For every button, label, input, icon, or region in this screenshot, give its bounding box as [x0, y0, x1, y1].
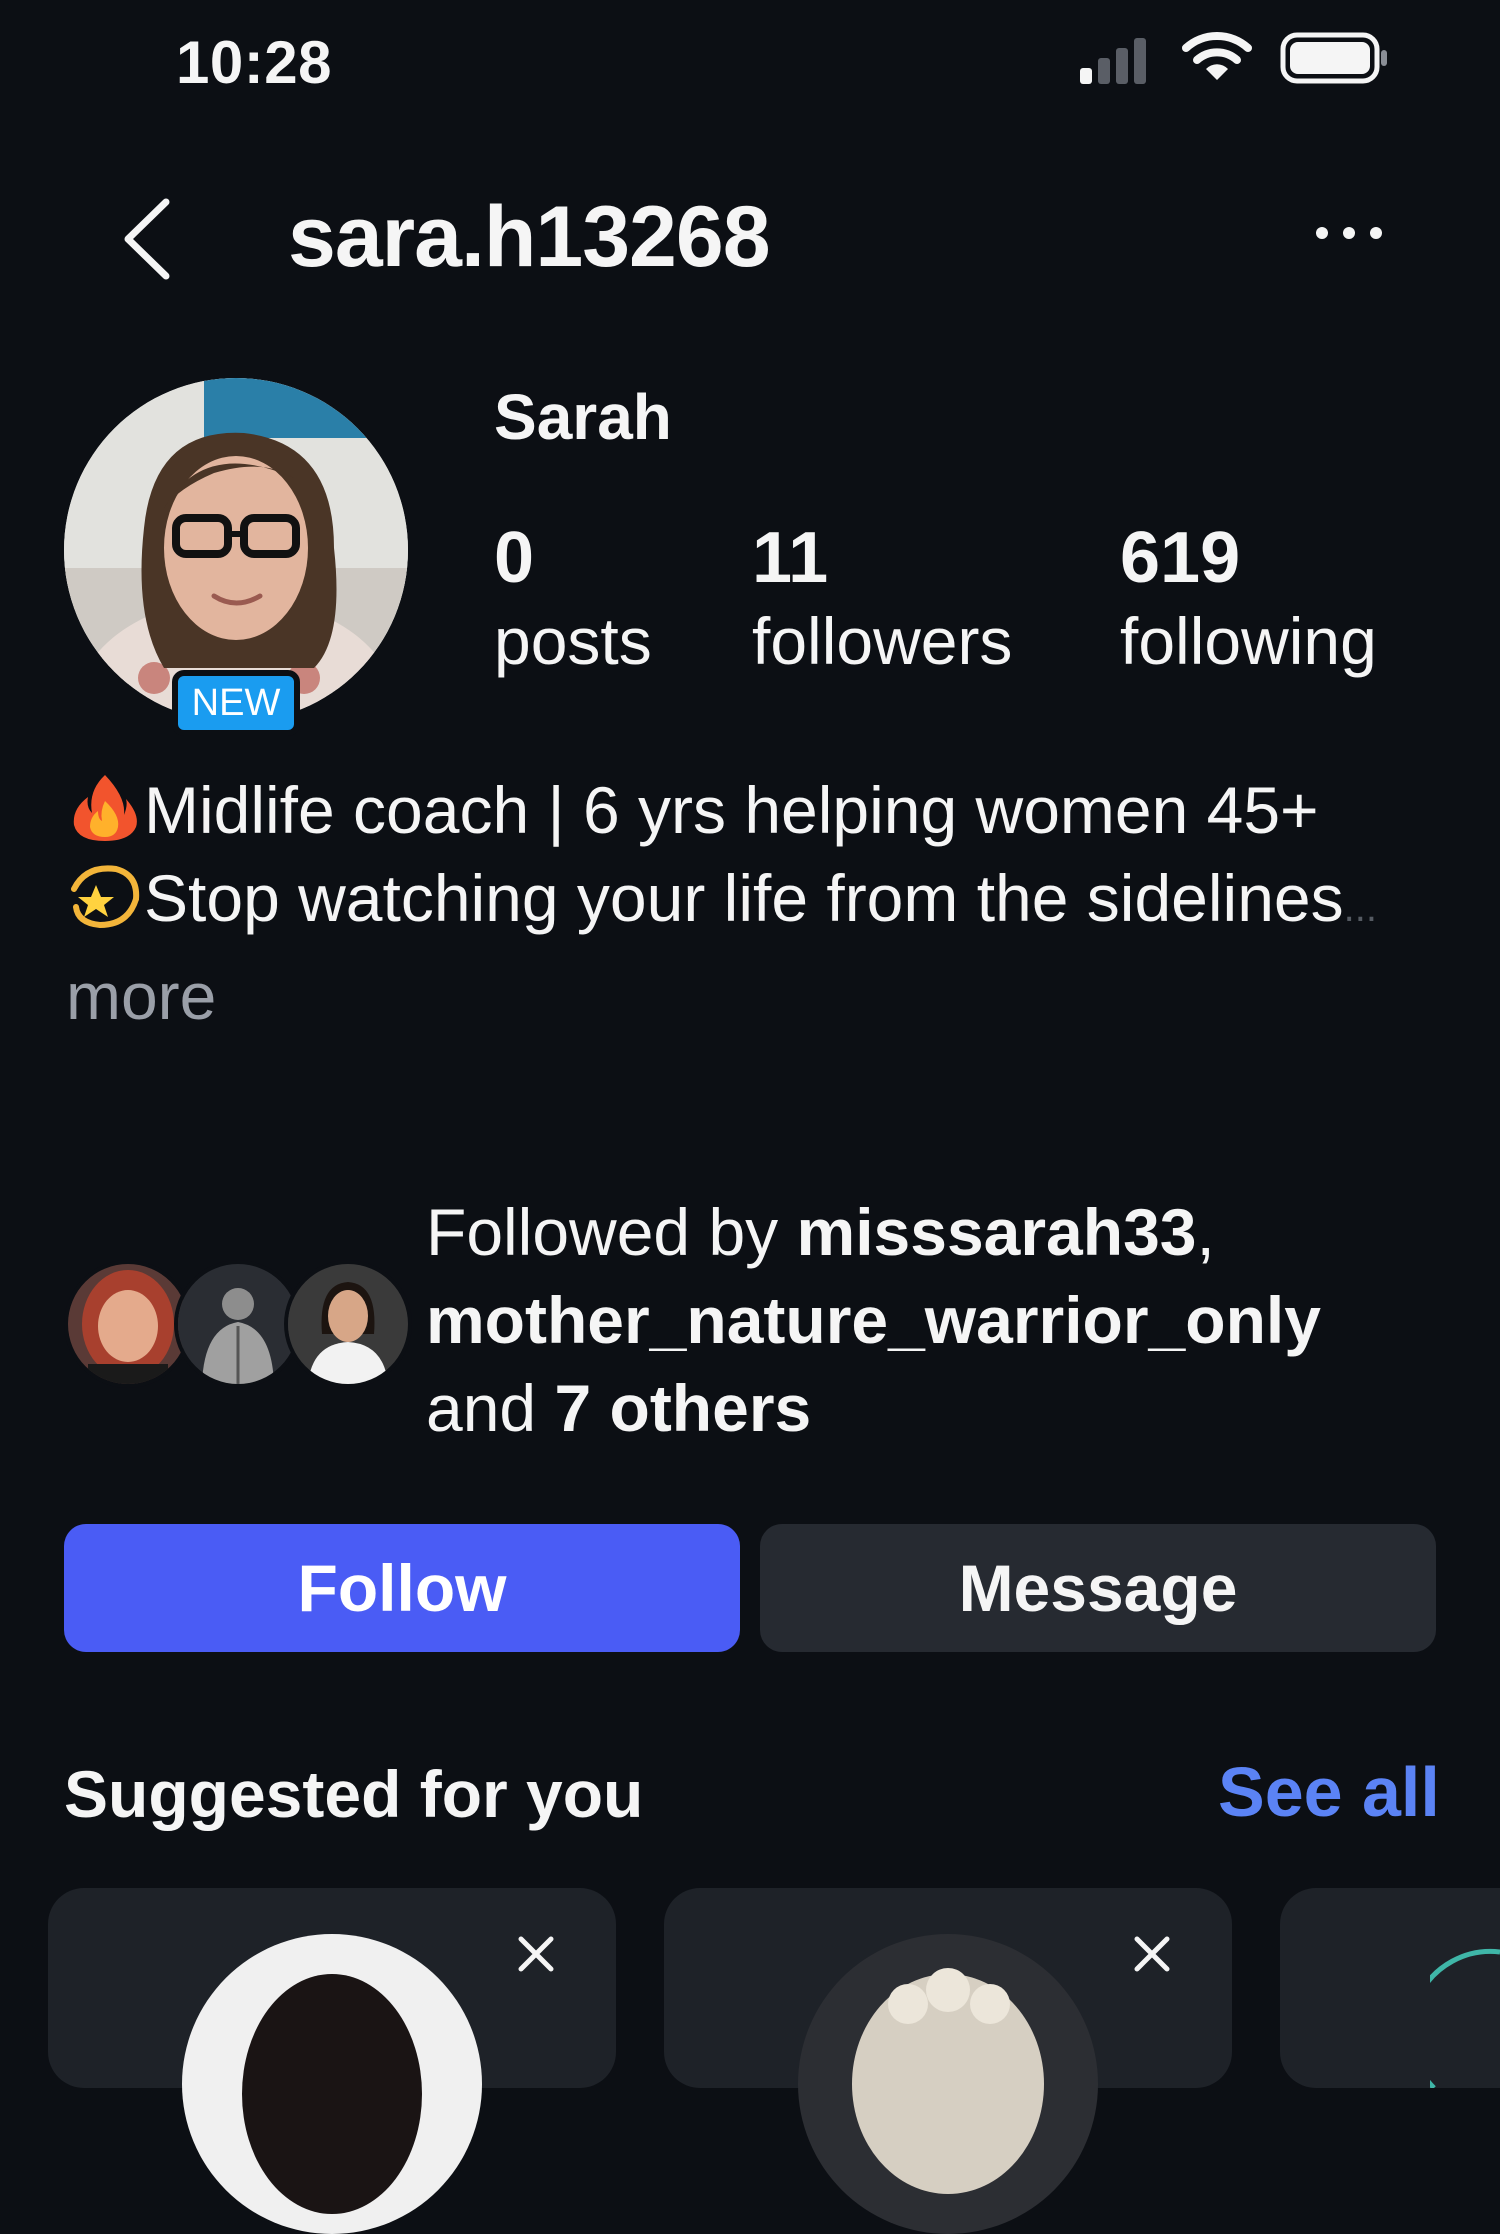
more-options-icon[interactable] [1316, 222, 1382, 242]
stat-following-label: following [1120, 604, 1377, 678]
stat-followers-label: followers [752, 604, 1013, 678]
new-badge: NEW [172, 670, 300, 736]
suggested-card-3[interactable] [1280, 1888, 1500, 2088]
mutual-avatar-3 [284, 1260, 412, 1388]
suggested-for-you-heading: Suggested for you [64, 1757, 644, 1831]
battery-icon [1280, 32, 1387, 84]
followed-by-separator: , [1196, 1195, 1215, 1269]
mutual-user-2[interactable]: mother_nature_warrior_only [426, 1283, 1321, 1357]
bio-ellipsis: ... [1343, 886, 1377, 930]
followed-by-prefix: Followed by [426, 1195, 797, 1269]
stat-posts-label: posts [494, 604, 652, 678]
stat-following[interactable]: 619 following [1120, 516, 1377, 682]
stat-followers-value: 11 [752, 518, 829, 598]
stat-posts-value: 0 [494, 518, 535, 598]
dizzy-star-emoji-icon [71, 865, 140, 929]
back-chevron-icon[interactable] [116, 194, 176, 284]
stat-posts[interactable]: 0 posts [494, 516, 652, 682]
bio-line-2: Stop watching your life from the sidelin… [144, 861, 1344, 935]
stat-following-value: 619 [1120, 518, 1241, 598]
profile-username: sara.h13268 [288, 189, 771, 285]
mutual-user-1[interactable]: misssarah33 [797, 1195, 1197, 1269]
mutual-avatar-2 [174, 1260, 302, 1388]
fire-emoji-icon [73, 775, 137, 841]
message-button[interactable]: Message [760, 1524, 1436, 1652]
profile-bio: Midlife coach | 6 yrs helping women 45+ … [66, 766, 1446, 1040]
followed-by-text[interactable]: Followed by misssarah33, mother_nature_w… [426, 1188, 1486, 1452]
suggested-avatar-1 [182, 1934, 482, 2234]
status-time: 10:28 [176, 29, 332, 96]
mutual-followers-avatars[interactable] [64, 1260, 412, 1388]
dismiss-suggestion-icon[interactable] [1132, 1934, 1172, 1974]
cellular-signal-icon [1080, 34, 1160, 84]
see-all-link[interactable]: See all [1218, 1752, 1440, 1832]
wifi-icon [1182, 32, 1252, 80]
dismiss-suggestion-icon[interactable] [516, 1934, 556, 1974]
bio-line-1: Midlife coach | 6 yrs helping women 45+ [144, 773, 1319, 847]
bio-more-link[interactable]: more [66, 959, 216, 1033]
mutual-others[interactable]: 7 others [554, 1371, 811, 1445]
followed-by-and: and [426, 1371, 555, 1445]
suggested-card-2[interactable] [664, 1888, 1232, 2234]
display-name: Sarah [494, 381, 672, 453]
suggested-avatar-3-ring [1430, 1948, 1500, 2088]
suggested-card-1[interactable] [48, 1888, 616, 2234]
suggested-avatar-2 [798, 1934, 1098, 2234]
follow-button[interactable]: Follow [64, 1524, 740, 1652]
mutual-avatar-1 [64, 1260, 192, 1388]
stat-followers[interactable]: 11 followers [752, 516, 1012, 682]
